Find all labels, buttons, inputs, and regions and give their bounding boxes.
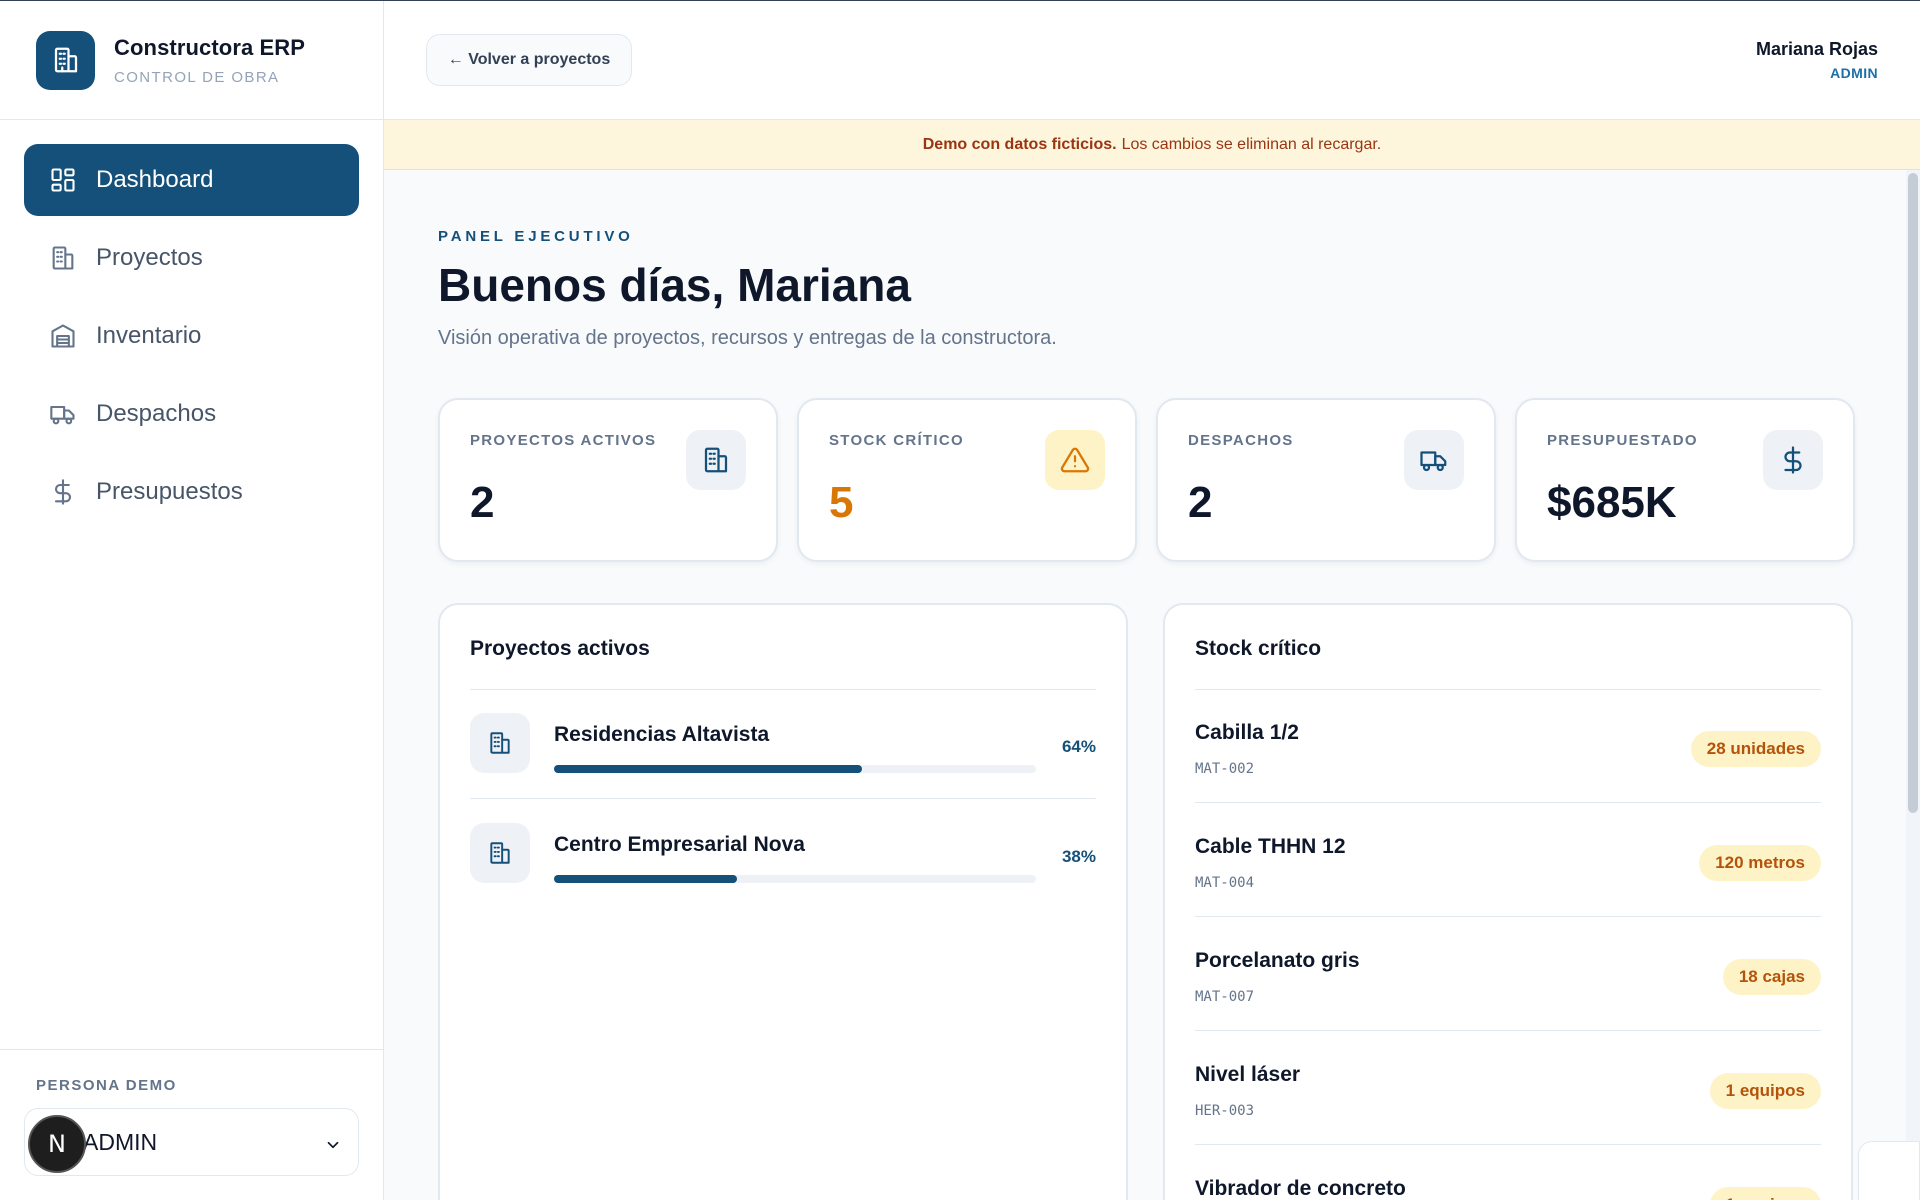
- kpi-label: DESPACHOS: [1188, 432, 1294, 449]
- stock-qty-badge: 1 equipos: [1709, 1073, 1821, 1109]
- stock-qty-badge: 1 equipos: [1709, 1187, 1821, 1200]
- stock-item-code: MAT-004: [1195, 875, 1255, 891]
- building-icon: [470, 823, 530, 883]
- sidebar: Constructora ERP CONTROL DE OBRA Dashboa…: [0, 1, 384, 1200]
- stock-item-code: MAT-007: [1195, 989, 1255, 1005]
- sidebar-item-proyectos[interactable]: Proyectos: [24, 222, 359, 294]
- card-title: Proyectos activos: [470, 637, 650, 660]
- sidebar-item-label: Proyectos: [96, 244, 203, 271]
- kpi-card-proyectos-activos: PROYECTOS ACTIVOS 2: [438, 398, 778, 562]
- stock-item[interactable]: Cable THHN 12 MAT-004 120 metros: [1195, 803, 1821, 917]
- page-title: Buenos días, Mariana: [438, 259, 911, 311]
- dollar-icon: [1763, 430, 1823, 490]
- warning-icon: [1045, 430, 1105, 490]
- dev-tools-badge[interactable]: N: [28, 1115, 86, 1173]
- sidebar-item-label: Inventario: [96, 322, 202, 349]
- sidebar-item-label: Dashboard: [96, 166, 214, 193]
- demo-banner: Demo con datos ficticios. Los cambios se…: [384, 120, 1920, 170]
- persona-label: PERSONA DEMO: [36, 1077, 177, 1094]
- building-icon: [470, 713, 530, 773]
- dollar-icon: [48, 477, 78, 507]
- kpi-card-presupuestado: PRESUPUESTADO $685K: [1515, 398, 1855, 562]
- back-to-projects-button[interactable]: ← Volver a proyectos: [426, 34, 632, 86]
- floating-widget[interactable]: [1858, 1141, 1920, 1200]
- chevron-down-icon: [324, 1133, 342, 1160]
- brand-title: Constructora ERP: [114, 34, 306, 60]
- dashboard-icon: [48, 165, 78, 195]
- demo-banner-text: Los cambios se eliminan al recargar.: [1121, 135, 1382, 153]
- kpi-value: 2: [1188, 478, 1213, 527]
- stock-item[interactable]: Cabilla 1/2 MAT-002 28 unidades: [1195, 689, 1821, 803]
- stock-qty-badge: 28 unidades: [1690, 731, 1821, 767]
- kpi-label: STOCK CRÍTICO: [829, 432, 964, 449]
- page-eyebrow: PANEL EJECUTIVO: [438, 228, 634, 245]
- kpi-value: 5: [829, 478, 854, 527]
- project-progress-fill: [554, 875, 738, 883]
- building-icon: [686, 430, 746, 490]
- project-progress-track: [554, 875, 1036, 883]
- kpi-label: PROYECTOS ACTIVOS: [470, 432, 657, 449]
- stock-item[interactable]: Porcelanato gris MAT-007 18 cajas: [1195, 917, 1821, 1031]
- critical-stock-card: Stock crítico Cabilla 1/2 MAT-002 28 uni…: [1163, 603, 1853, 1200]
- sidebar-item-dashboard[interactable]: Dashboard: [24, 144, 359, 216]
- stock-item[interactable]: Vibrador de concreto 1 equipos: [1195, 1145, 1821, 1200]
- kpi-card-despachos: DESPACHOS 2: [1156, 398, 1496, 562]
- building-icon: [36, 30, 95, 90]
- project-progress-label: 64%: [1061, 737, 1096, 756]
- user-info[interactable]: Mariana Rojas ADMIN: [1756, 39, 1878, 81]
- page-subtitle: Visión operativa de proyectos, recursos …: [438, 327, 1057, 349]
- kpi-value: $685K: [1547, 478, 1677, 527]
- kpi-value: 2: [470, 478, 495, 527]
- project-progress-label: 38%: [1061, 847, 1096, 866]
- stock-item-name: Nivel láser: [1195, 1063, 1301, 1086]
- card-title: Stock crítico: [1195, 637, 1322, 660]
- kpi-label: PRESUPUESTADO: [1547, 432, 1698, 449]
- stock-qty-badge: 120 metros: [1699, 845, 1821, 881]
- stock-qty-badge: 18 cajas: [1722, 959, 1821, 995]
- truck-icon: [48, 399, 78, 429]
- truck-icon: [1404, 430, 1464, 490]
- user-name: Mariana Rojas: [1755, 39, 1878, 59]
- demo-banner-bold: Demo con datos ficticios.: [922, 135, 1117, 153]
- stock-item-name: Vibrador de concreto: [1195, 1177, 1406, 1200]
- stock-item-name: Cabilla 1/2: [1195, 721, 1299, 744]
- stock-item[interactable]: Nivel láser HER-003 1 equipos: [1195, 1031, 1821, 1145]
- active-projects-card: Proyectos activos Residencias Altavista …: [438, 603, 1128, 1200]
- project-row[interactable]: Centro Empresarial Nova 38%: [470, 799, 1096, 909]
- project-row[interactable]: Residencias Altavista 64%: [470, 689, 1096, 799]
- sidebar-item-presupuestos[interactable]: Presupuestos: [24, 456, 359, 528]
- persona-select-value: ADMIN: [83, 1128, 158, 1155]
- project-progress-fill: [554, 765, 863, 773]
- sidebar-nav: Dashboard Proyectos Inventario Despachos…: [0, 120, 383, 528]
- sidebar-item-despachos[interactable]: Despachos: [24, 378, 359, 450]
- scrollbar-thumb[interactable]: [1908, 173, 1918, 813]
- kpi-card-stock-critico: STOCK CRÍTICO 5: [797, 398, 1137, 562]
- project-name: Residencias Altavista: [554, 723, 770, 746]
- stock-item-code: MAT-002: [1195, 761, 1255, 777]
- sidebar-item-label: Presupuestos: [96, 478, 243, 505]
- brand: Constructora ERP CONTROL DE OBRA: [0, 1, 383, 120]
- user-role: ADMIN: [1830, 65, 1878, 81]
- warehouse-icon: [48, 321, 78, 351]
- brand-subtitle: CONTROL DE OBRA: [114, 68, 280, 86]
- stock-item-name: Cable THHN 12: [1195, 835, 1346, 858]
- stock-item-code: HER-003: [1195, 1103, 1255, 1119]
- sidebar-item-label: Despachos: [96, 400, 217, 427]
- building-icon: [48, 243, 78, 273]
- project-name: Centro Empresarial Nova: [554, 833, 805, 856]
- main-content: PANEL EJECUTIVO Buenos días, Mariana Vis…: [384, 170, 1920, 1200]
- topbar: ← Volver a proyectos Mariana Rojas ADMIN: [384, 1, 1920, 120]
- stock-item-name: Porcelanato gris: [1195, 949, 1360, 972]
- sidebar-item-inventario[interactable]: Inventario: [24, 300, 359, 372]
- project-progress-track: [554, 765, 1036, 773]
